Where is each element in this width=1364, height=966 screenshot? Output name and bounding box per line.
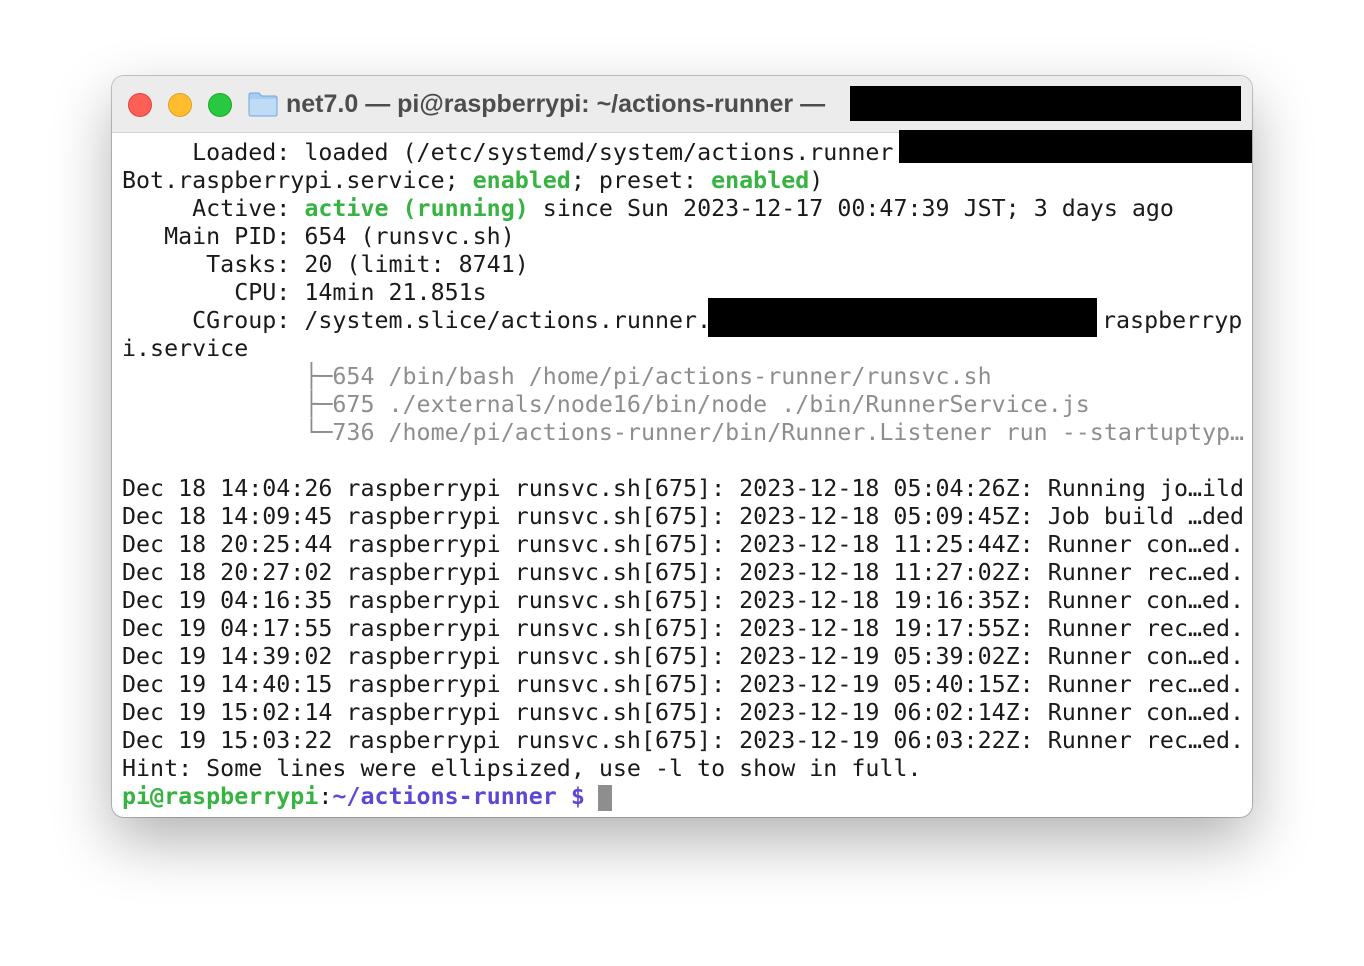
window-title: net7.0 — pi@raspberrypi: ~/actions-runne…	[286, 90, 826, 118]
loaded-cont-line: Bot.raspberrypi.service; enabled; preset…	[122, 167, 824, 194]
prompt-user-host: pi@raspberrypi	[122, 783, 319, 810]
log-line: Dec 19 15:03:22 raspberrypi runsvc.sh[67…	[122, 727, 1245, 754]
folder-icon	[248, 92, 278, 117]
log-line: Dec 19 15:02:14 raspberrypi runsvc.sh[67…	[122, 699, 1245, 726]
hint-line: Hint: Some lines were ellipsized, use -l…	[122, 755, 922, 782]
main-pid-line: Main PID: 654 (runsvc.sh)	[122, 223, 515, 250]
redaction-box	[850, 86, 1241, 121]
log-line: Dec 18 14:09:45 raspberrypi runsvc.sh[67…	[122, 503, 1245, 530]
minimize-button[interactable]	[168, 93, 192, 117]
active-line: Active: active (running) since Sun 2023-…	[122, 195, 1174, 222]
prompt-path: ~/actions-runner $	[332, 783, 585, 810]
cgroup-suffix: raspberryp	[1102, 307, 1243, 334]
text-cursor	[598, 785, 612, 811]
redaction-box	[708, 298, 1097, 337]
log-line: Dec 19 04:17:55 raspberrypi runsvc.sh[67…	[122, 615, 1245, 642]
tasks-line: Tasks: 20 (limit: 8741)	[122, 251, 529, 278]
terminal-window: net7.0 — pi@raspberrypi: ~/actions-runne…	[112, 76, 1252, 817]
redaction-box	[899, 130, 1252, 163]
log-line: Dec 19 14:40:15 raspberrypi runsvc.sh[67…	[122, 671, 1245, 698]
close-button[interactable]	[128, 93, 152, 117]
process-tree-item: └─736 /home/pi/actions-runner/bin/Runner…	[122, 419, 1245, 446]
cpu-line: CPU: 14min 21.851s	[122, 279, 487, 306]
log-line: Dec 19 14:39:02 raspberrypi runsvc.sh[67…	[122, 643, 1245, 670]
cgroup-line: CGroup: /system.slice/actions.runner.	[122, 307, 712, 334]
cgroup-cont-line: i.service	[122, 335, 249, 362]
log-line: Dec 18 14:04:26 raspberrypi runsvc.sh[67…	[122, 475, 1245, 502]
process-tree-item: ├─654 /bin/bash /home/pi/actions-runner/…	[122, 363, 992, 390]
log-line: Dec 18 20:27:02 raspberrypi runsvc.sh[67…	[122, 559, 1245, 586]
loaded-line: Loaded: loaded (/etc/systemd/system/acti…	[122, 139, 908, 166]
terminal-output[interactable]: Loaded: loaded (/etc/systemd/system/acti…	[112, 130, 1252, 817]
log-line: Dec 18 20:25:44 raspberrypi runsvc.sh[67…	[122, 531, 1245, 558]
process-tree-item: ├─675 ./externals/node16/bin/node ./bin/…	[122, 391, 1090, 418]
log-line: Dec 19 04:16:35 raspberrypi runsvc.sh[67…	[122, 587, 1245, 614]
title-bar[interactable]: net7.0 — pi@raspberrypi: ~/actions-runne…	[112, 76, 1252, 133]
shell-prompt[interactable]: pi@raspberrypi:~/actions-runner $	[122, 783, 599, 811]
zoom-button[interactable]	[208, 93, 232, 117]
